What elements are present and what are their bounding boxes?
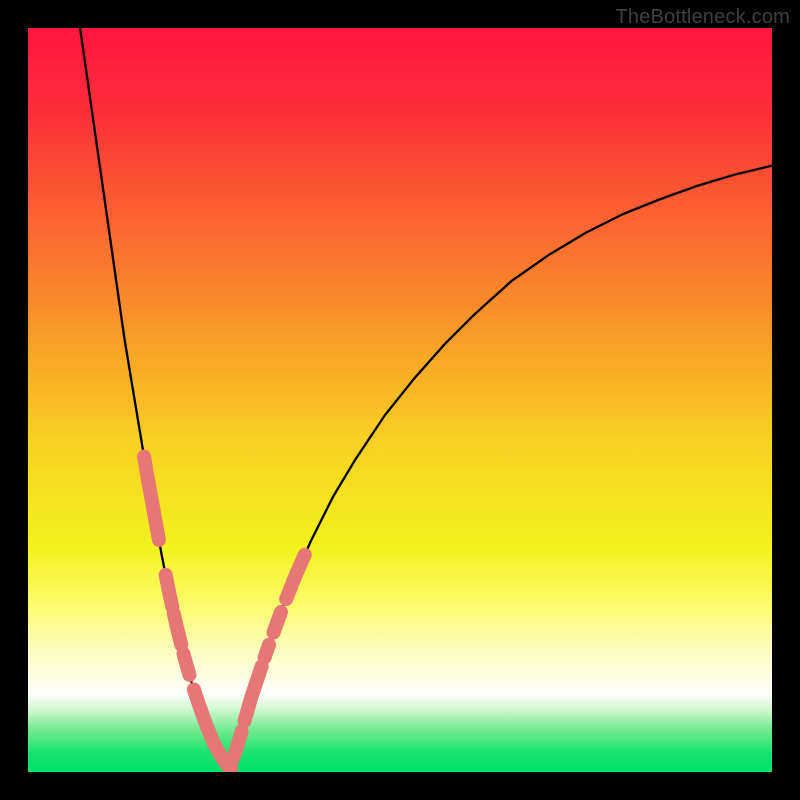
marker-segment-10 xyxy=(253,666,261,691)
marker-segment-14 xyxy=(293,555,305,583)
marker-segment-1 xyxy=(149,487,159,540)
watermark-text: TheBottleneck.com xyxy=(615,6,790,29)
curve-layer xyxy=(28,28,772,772)
marker-segment-11 xyxy=(265,645,269,658)
marker-segment-12 xyxy=(274,612,281,632)
plot-area xyxy=(28,28,772,772)
marker-segment-3 xyxy=(174,614,181,645)
chart-frame: TheBottleneck.com xyxy=(0,0,800,800)
curve-right-branch xyxy=(229,166,772,768)
marker-segment-8 xyxy=(231,731,241,762)
marker-segment-4 xyxy=(184,654,190,675)
marker-segment-6 xyxy=(204,720,214,745)
marker-segment-2 xyxy=(166,575,173,607)
curve-left-branch xyxy=(80,28,229,768)
